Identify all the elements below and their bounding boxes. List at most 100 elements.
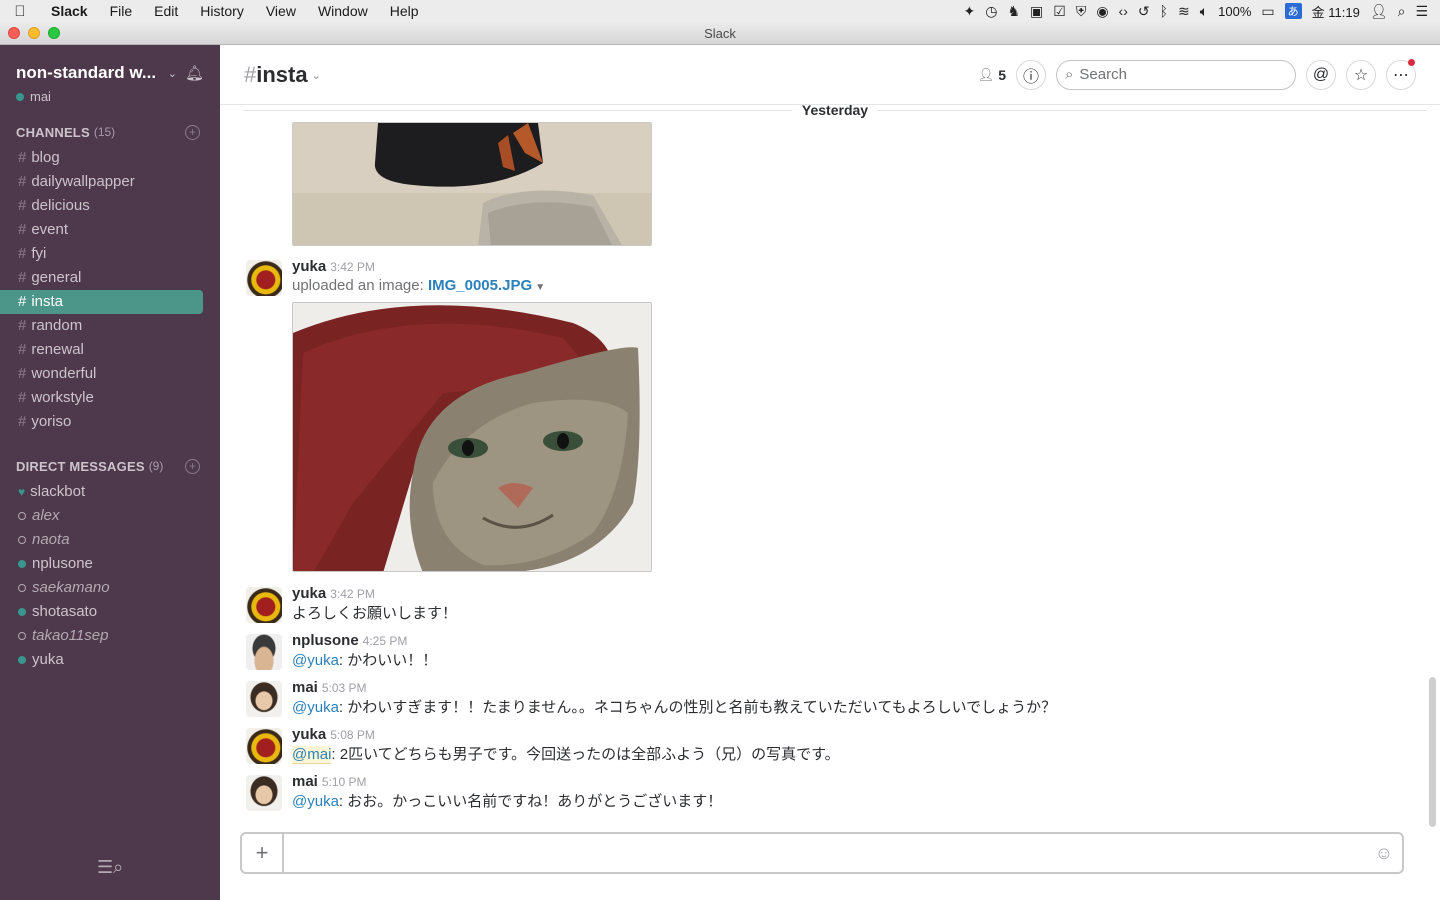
message-scrollbar[interactable] — [1429, 107, 1436, 827]
dropbox-icon[interactable]: ✦ — [964, 3, 976, 20]
channels-header[interactable]: CHANNELS (15) + — [0, 122, 220, 142]
channels-label[interactable]: CHANNELS — [16, 125, 90, 140]
mentions-button[interactable]: @ — [1306, 59, 1336, 90]
channel-title[interactable]: #insta ⌄ — [244, 62, 321, 88]
starred-button[interactable]: ☆ — [1346, 59, 1376, 90]
close-window-button[interactable] — [8, 27, 20, 39]
message-time[interactable]: 3:42 PM — [330, 260, 375, 274]
checkbox-icon[interactable]: ☑ — [1053, 3, 1066, 20]
avatar[interactable] — [246, 775, 282, 811]
input-method-indicator[interactable]: あ — [1284, 3, 1302, 19]
sidebar-channel-wonderful[interactable]: # wonderful — [0, 362, 203, 386]
quick-switcher-icon[interactable]: ☰⌕ — [97, 857, 123, 878]
sidebar-dm-shotasato[interactable]: shotasato — [0, 600, 220, 624]
avatar[interactable] — [246, 587, 282, 623]
channel-name[interactable]: insta — [256, 62, 307, 87]
sidebar-dm-alex[interactable]: alex — [0, 504, 220, 528]
message-author[interactable]: nplusone — [292, 632, 359, 649]
code-icon[interactable]: ‹› — [1119, 3, 1128, 19]
avatar[interactable] — [246, 681, 282, 717]
add-dm-icon[interactable]: + — [185, 458, 200, 474]
sidebar-channel-yoriso[interactable]: # yoriso — [0, 410, 203, 434]
dm-header[interactable]: DIRECT MESSAGES (9) + — [0, 456, 220, 476]
minimize-window-button[interactable] — [28, 27, 40, 39]
upload-filename-link[interactable]: IMG_0005.JPG — [428, 277, 532, 294]
menu-window[interactable]: Window — [307, 0, 379, 22]
chevron-down-icon[interactable]: ⌄ — [168, 67, 177, 80]
chevron-down-icon[interactable]: ⌄ — [312, 70, 321, 82]
message-author[interactable]: mai — [292, 773, 318, 790]
sidebar-channel-delicious[interactable]: # delicious — [0, 194, 203, 218]
menu-help[interactable]: Help — [379, 0, 430, 22]
menu-app-slack[interactable]: Slack — [40, 0, 99, 22]
more-menu-button[interactable]: ⋯ — [1386, 58, 1416, 90]
message-author[interactable]: yuka — [292, 585, 326, 602]
menu-edit[interactable]: Edit — [143, 0, 189, 22]
battery-percent[interactable]: 100% — [1218, 4, 1251, 19]
dm-label[interactable]: DIRECT MESSAGES — [16, 459, 145, 474]
team-name[interactable]: non-standard w... — [16, 63, 158, 83]
member-count-button[interactable]: 👤︎ 5 — [978, 67, 1006, 83]
image-attachment-previous[interactable] — [292, 122, 652, 246]
team-menu[interactable]: non-standard w... ⌄ 🔔︎ — [0, 45, 220, 83]
message-time[interactable]: 3:42 PM — [330, 587, 375, 601]
sidebar-dm-naota[interactable]: naota — [0, 528, 220, 552]
wifi-icon[interactable]: ≋ — [1178, 3, 1190, 20]
sidebar-channel-renewal[interactable]: # renewal — [0, 338, 203, 362]
image-attachment-cat[interactable] — [292, 302, 652, 572]
mention-link[interactable]: @yuka — [292, 793, 339, 810]
sidebar-channel-general[interactable]: # general — [0, 266, 203, 290]
sidebar-dm-slackbot[interactable]: ♥ slackbot — [0, 480, 220, 504]
add-channel-icon[interactable]: + — [185, 124, 200, 140]
menu-history[interactable]: History — [189, 0, 255, 22]
notification-center-icon[interactable]: ☰ — [1415, 3, 1428, 20]
zoom-window-button[interactable] — [48, 27, 60, 39]
spotlight-search-icon[interactable]: ⌕ — [1398, 3, 1406, 20]
attach-plus-button[interactable]: + — [242, 834, 284, 872]
sidebar-channel-workstyle[interactable]: # workstyle — [0, 386, 203, 410]
volume-icon[interactable]: 🔈︎ — [1200, 3, 1208, 20]
clipboard-icon[interactable]: ▣ — [1030, 3, 1043, 20]
sidebar-channel-event[interactable]: # event — [0, 218, 203, 242]
sidebar-dm-takao11sep[interactable]: takao11sep — [0, 624, 220, 648]
message-author[interactable]: yuka — [292, 258, 326, 275]
time-machine-icon[interactable]: ↺ — [1138, 3, 1150, 20]
menubar-clock[interactable]: 金 11:19 — [1312, 2, 1360, 21]
user-icon[interactable]: 👤︎ — [1370, 3, 1388, 20]
channel-info-button[interactable]: ⓘ — [1016, 59, 1046, 90]
sidebar-channel-insta[interactable]: # insta — [0, 290, 203, 314]
message-time[interactable]: 5:03 PM — [322, 681, 367, 695]
message-time[interactable]: 5:08 PM — [330, 728, 375, 742]
clock-app-icon[interactable]: ◷ — [985, 3, 997, 20]
message-input[interactable] — [284, 835, 1366, 871]
bell-icon[interactable]: 🔔︎ — [185, 64, 204, 82]
mention-link[interactable]: @yuka — [292, 699, 339, 716]
avatar[interactable] — [246, 728, 282, 764]
menu-view[interactable]: View — [255, 0, 307, 22]
message-time[interactable]: 5:10 PM — [322, 775, 367, 789]
message-author[interactable]: mai — [292, 679, 318, 696]
sidebar-dm-saekamano[interactable]: saekamano — [0, 576, 220, 600]
search-input[interactable]: ⌕ Search — [1056, 59, 1296, 90]
emoji-icon[interactable]: ☺ — [1366, 843, 1402, 864]
current-user[interactable]: mai — [0, 83, 220, 104]
sidebar-dm-yuka[interactable]: yuka — [0, 648, 220, 672]
menu-file[interactable]: File — [99, 0, 144, 22]
shield-icon[interactable]: ⛨ — [1076, 3, 1087, 20]
avatar[interactable] — [246, 634, 282, 670]
sidebar-channel-random[interactable]: # random — [0, 314, 203, 338]
sidebar-dm-nplusone[interactable]: nplusone — [0, 552, 220, 576]
sidebar-channel-fyi[interactable]: # fyi — [0, 242, 203, 266]
self-mention-link[interactable]: @mai — [292, 746, 332, 764]
sidebar-channel-dailywallpapper[interactable]: # dailywallpapper — [0, 170, 203, 194]
mention-link[interactable]: @yuka — [292, 652, 339, 669]
scrollbar-thumb[interactable] — [1429, 677, 1436, 827]
bluetooth-icon[interactable]: ᛒ — [1160, 3, 1168, 19]
message-time[interactable]: 4:25 PM — [363, 634, 408, 648]
evernote-icon[interactable]: ♞ — [1007, 3, 1020, 20]
apple-menu-icon[interactable]:  — [0, 3, 40, 20]
message-author[interactable]: yuka — [292, 726, 326, 743]
battery-icon[interactable]: ▭ — [1261, 3, 1274, 20]
caret-down-icon[interactable]: ▼ — [535, 282, 545, 293]
creative-cloud-icon[interactable]: ◉ — [1096, 3, 1108, 20]
